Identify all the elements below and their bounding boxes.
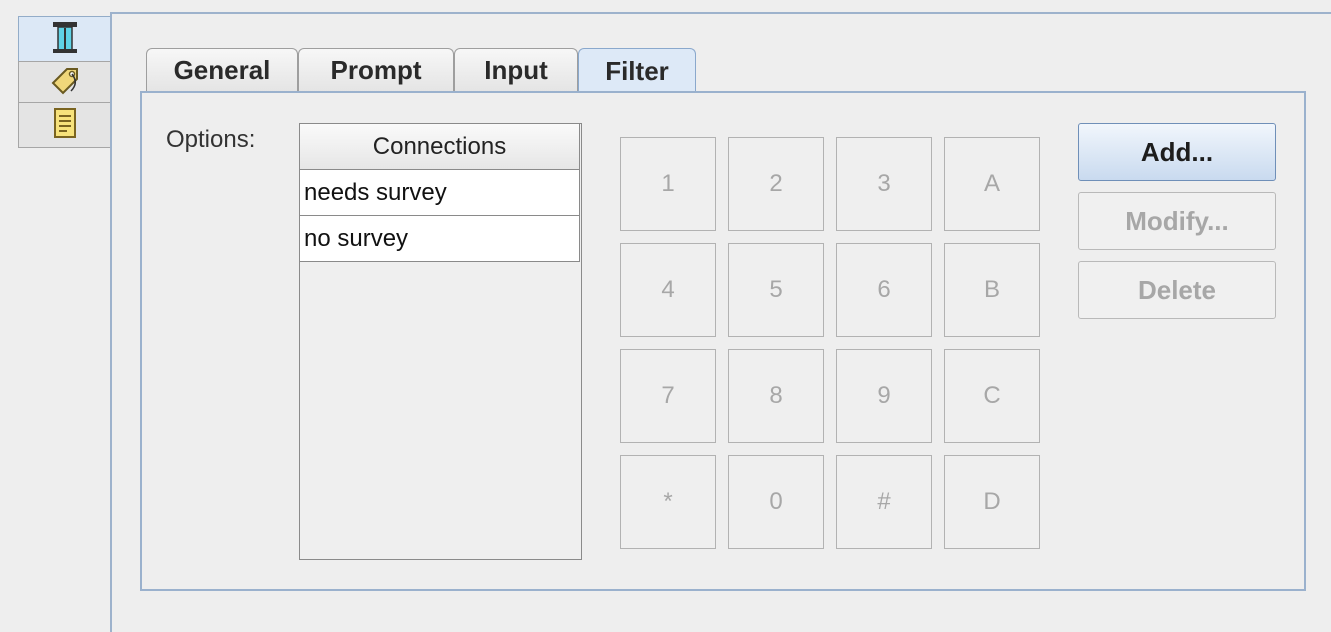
tab-input[interactable]: Input — [454, 48, 578, 92]
tab-input-label: Input — [484, 55, 548, 85]
tab-filter[interactable]: Filter — [578, 48, 696, 94]
modify-button[interactable]: Modify... — [1078, 192, 1276, 250]
keypad-key-3[interactable]: 3 — [836, 137, 932, 231]
tab-general[interactable]: General — [146, 48, 298, 92]
keypad-key-b[interactable]: B — [944, 243, 1040, 337]
keypad-key-6[interactable]: 6 — [836, 243, 932, 337]
keypad-key-a[interactable]: A — [944, 137, 1040, 231]
keypad-key-4[interactable]: 4 — [620, 243, 716, 337]
keypad-key-8[interactable]: 8 — [728, 349, 824, 443]
add-button[interactable]: Add... — [1078, 123, 1276, 181]
keypad-key-star[interactable]: * — [620, 455, 716, 549]
keypad-key-hash[interactable]: # — [836, 455, 932, 549]
list-item[interactable]: no survey — [300, 216, 580, 262]
keypad-key-2[interactable]: 2 — [728, 137, 824, 231]
options-label: Options: — [166, 126, 256, 153]
properties-icon — [50, 20, 80, 59]
keypad-key-7[interactable]: 7 — [620, 349, 716, 443]
keypad-key-c[interactable]: C — [944, 349, 1040, 443]
keypad-key-0[interactable]: 0 — [728, 455, 824, 549]
list-item[interactable]: needs survey — [300, 170, 580, 216]
keypad-key-9[interactable]: 9 — [836, 349, 932, 443]
keypad-key-5[interactable]: 5 — [728, 243, 824, 337]
tab-general-label: General — [173, 55, 271, 85]
keypad-key-d[interactable]: D — [944, 455, 1040, 549]
side-tab-properties[interactable] — [18, 16, 110, 63]
tag-icon — [49, 65, 81, 100]
keypad-key-1[interactable]: 1 — [620, 137, 716, 231]
document-icon — [52, 107, 78, 144]
tab-prompt[interactable]: Prompt — [298, 48, 454, 92]
connections-list[interactable]: Connections needs survey no survey — [299, 123, 582, 560]
side-tab-document[interactable] — [18, 102, 110, 148]
tab-filter-label: Filter — [605, 56, 669, 86]
side-tab-tag[interactable] — [18, 61, 110, 103]
connections-column-header[interactable]: Connections — [300, 124, 580, 170]
tab-prompt-label: Prompt — [330, 55, 422, 85]
delete-button[interactable]: Delete — [1078, 261, 1276, 319]
